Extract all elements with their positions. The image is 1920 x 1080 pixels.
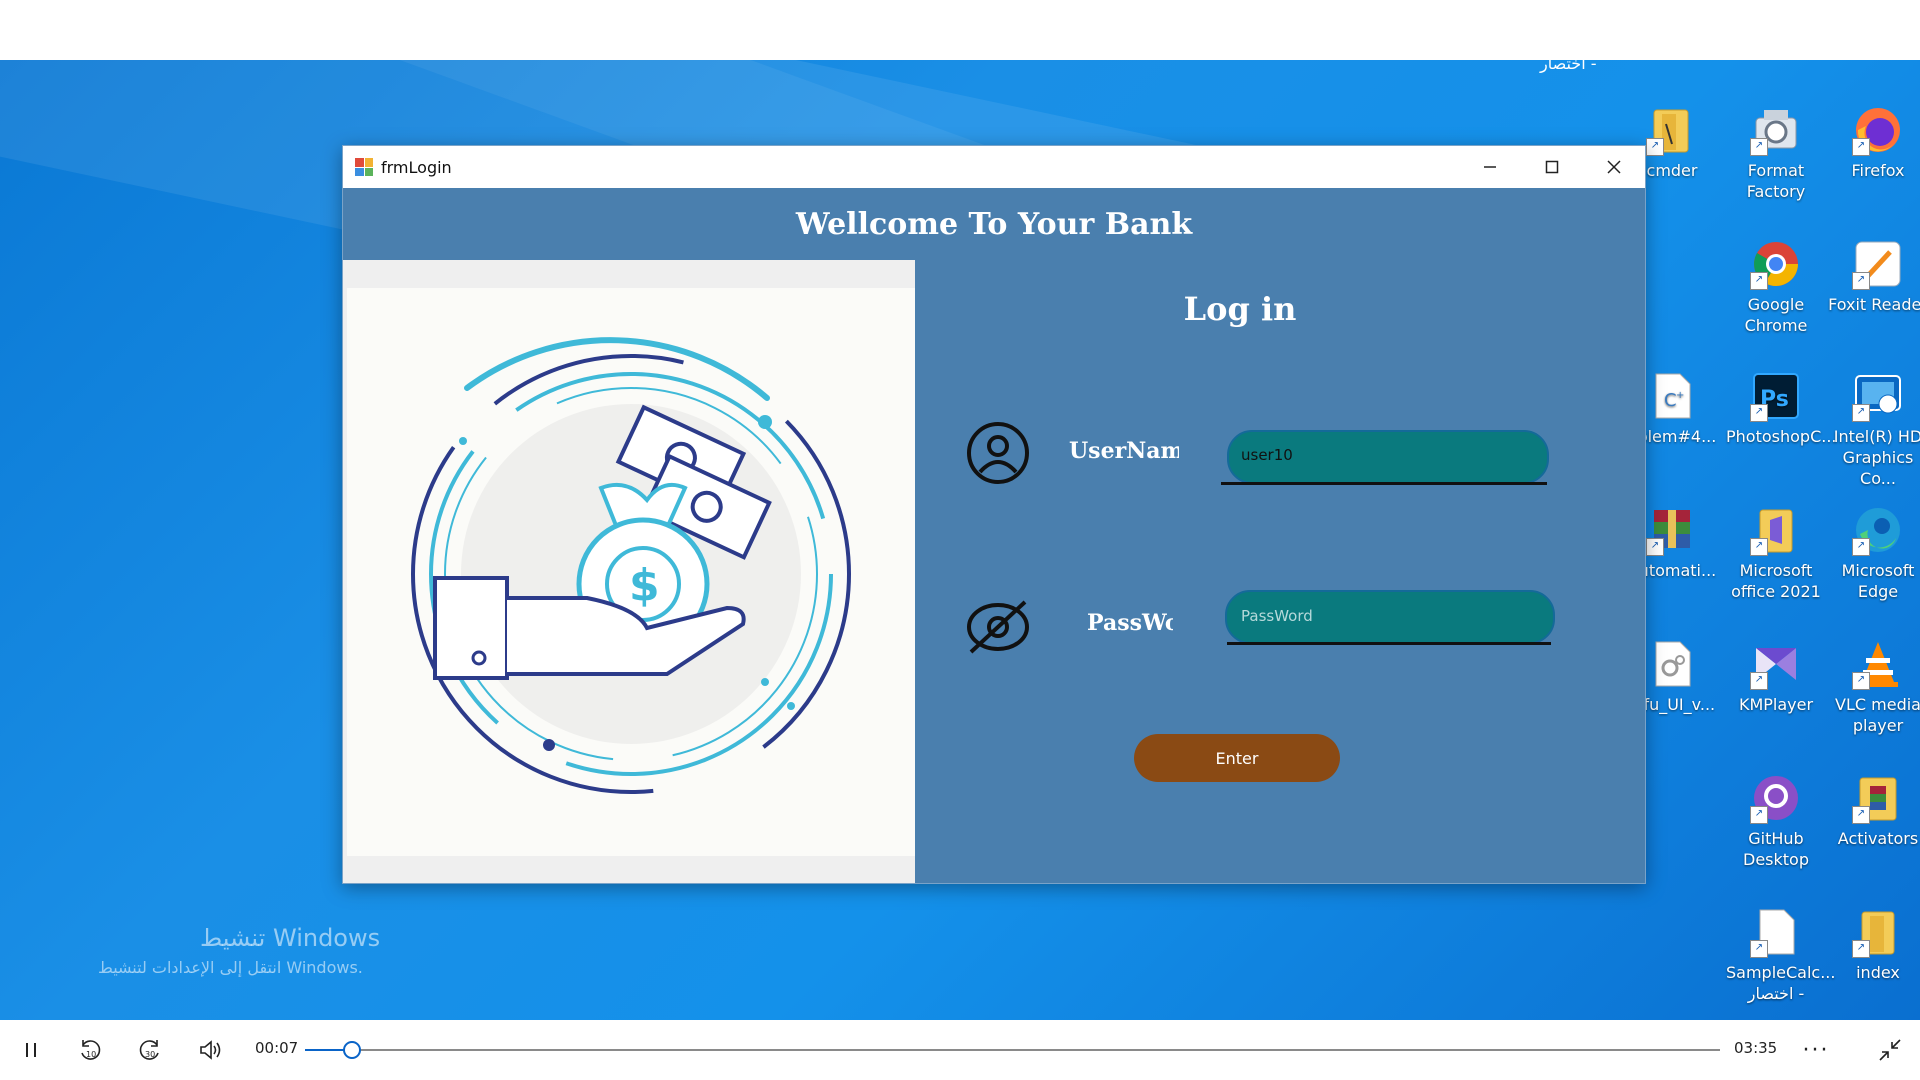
total-time: 03:35 xyxy=(1734,1039,1778,1057)
kmplayer-icon: ↗ xyxy=(1750,638,1802,690)
desktop-icon-foxit[interactable]: ↗ Foxit Reader xyxy=(1828,238,1920,315)
window-title: frmLogin xyxy=(381,157,452,177)
minimize-button[interactable] xyxy=(1459,146,1521,188)
format-factory-icon: ↗ xyxy=(1750,104,1802,156)
desktop-icon-edge[interactable]: ↗ Microsoft Edge xyxy=(1828,504,1920,602)
illustration-panel: $ xyxy=(343,260,915,883)
desktop-icon-activators[interactable]: ↗ Activators xyxy=(1828,772,1920,849)
svg-text:$: $ xyxy=(629,560,660,611)
login-title: Log in xyxy=(1183,290,1297,328)
seek-thumb[interactable] xyxy=(342,1041,361,1059)
settings-file-icon xyxy=(1646,638,1698,690)
current-time: 00:07 xyxy=(255,1039,299,1057)
exit-fullscreen-button[interactable] xyxy=(1872,1020,1908,1080)
svg-text:10: 10 xyxy=(86,1050,96,1059)
enter-button[interactable]: Enter xyxy=(1134,734,1340,782)
password-label: PassWor xyxy=(1087,610,1173,636)
password-field[interactable]: PassWord xyxy=(1225,590,1555,644)
desktop-icon-photoshop[interactable]: Ps ↗ PhotoshopC... xyxy=(1726,370,1837,447)
eye-off-icon xyxy=(967,600,1029,654)
csharp-file-icon: C + xyxy=(1646,370,1698,422)
maximize-button[interactable] xyxy=(1521,146,1583,188)
office-folder-icon: ↗ xyxy=(1750,504,1802,556)
volume-icon xyxy=(200,1040,221,1060)
media-player-bar: 10 30 00:07 03:35 ··· xyxy=(0,1020,1920,1080)
more-options-icon: ··· xyxy=(1802,1037,1830,1063)
github-icon: ↗ xyxy=(1750,772,1802,824)
activation-watermark-subtitle: انتقل إلى الإعدادات لتنشيط Windows. xyxy=(98,958,363,977)
window-titlebar[interactable]: frmLogin xyxy=(343,146,1645,188)
username-label: UserNam xyxy=(1069,438,1179,464)
desktop-icon-chrome[interactable]: ↗ Google Chrome xyxy=(1726,238,1826,336)
desktop-icon-github[interactable]: ↗ GitHub Desktop xyxy=(1726,772,1826,870)
exit-fullscreen-icon xyxy=(1879,1039,1901,1061)
skip-back-10-button[interactable]: 10 xyxy=(72,1020,108,1080)
edge-icon: ↗ xyxy=(1852,504,1904,556)
chrome-icon: ↗ xyxy=(1750,238,1802,290)
close-icon xyxy=(1607,160,1621,174)
skip-forward-30-button[interactable]: 30 xyxy=(132,1020,168,1080)
desktop-icon-intel[interactable]: ↗ Intel(R) HD Graphics Co... xyxy=(1828,370,1920,489)
photoshop-icon: Ps ↗ xyxy=(1750,370,1802,422)
pause-icon xyxy=(26,1043,36,1057)
winrar-icon: ↗ xyxy=(1646,504,1698,556)
winrar-folder-icon: ↗ xyxy=(1852,772,1904,824)
document-icon: ↗ xyxy=(1750,906,1802,958)
login-window: frmLogin Wellcome To Your Bank $ Log in … xyxy=(342,145,1646,884)
minimize-icon xyxy=(1484,166,1496,168)
desktop-icon-kmplayer[interactable]: ↗ KMPlayer xyxy=(1726,638,1826,715)
desktop-icon-format-factory[interactable]: ↗ Format Factory xyxy=(1726,104,1826,202)
intel-graphics-icon: ↗ xyxy=(1852,370,1904,422)
username-value: user10 xyxy=(1241,446,1293,464)
skip-back-10-icon: 10 xyxy=(81,1040,101,1060)
desktop-top-label: اختصار - xyxy=(1540,60,1597,73)
foxit-reader-icon: ↗ xyxy=(1852,238,1904,290)
desktop-icon-firefox[interactable]: ↗ Firefox xyxy=(1828,104,1920,181)
desktop-icon-office[interactable]: ↗ Microsoft office 2021 xyxy=(1726,504,1826,602)
svg-text:C: C xyxy=(1664,390,1677,411)
volume-button[interactable] xyxy=(192,1020,228,1080)
app-icon xyxy=(355,158,373,176)
desktop-icon-index[interactable]: ↗ index xyxy=(1828,906,1920,983)
more-options-button[interactable]: ··· xyxy=(1796,1020,1836,1080)
user-icon xyxy=(967,422,1029,484)
username-field[interactable]: user10 xyxy=(1227,430,1549,484)
firefox-icon: ↗ xyxy=(1852,104,1904,156)
close-button[interactable] xyxy=(1583,146,1645,188)
pause-button[interactable] xyxy=(14,1020,50,1080)
desktop-icon-vlc[interactable]: ↗ VLC media player xyxy=(1828,638,1920,736)
desktop-icon-samplecalc[interactable]: ↗ SampleCalc... اختصار - xyxy=(1726,906,1835,1004)
svg-text:30: 30 xyxy=(145,1050,155,1059)
password-placeholder: PassWord xyxy=(1241,607,1313,625)
login-panel: Log in UserNam user10 PassWor PassWord E… xyxy=(915,260,1645,883)
svg-text:+: + xyxy=(1676,390,1684,401)
skip-forward-30-icon: 30 xyxy=(139,1040,159,1060)
vlc-icon: ↗ xyxy=(1852,638,1904,690)
folder-icon: ↗ xyxy=(1852,906,1904,958)
money-hand-illustration: $ xyxy=(411,337,851,794)
folder-icon: ↗ xyxy=(1646,104,1698,156)
seek-bar[interactable] xyxy=(305,1049,1720,1051)
maximize-icon xyxy=(1545,160,1559,174)
activation-watermark-title: تنشيط Windows xyxy=(200,924,381,952)
welcome-heading: Wellcome To Your Bank xyxy=(795,206,1193,242)
